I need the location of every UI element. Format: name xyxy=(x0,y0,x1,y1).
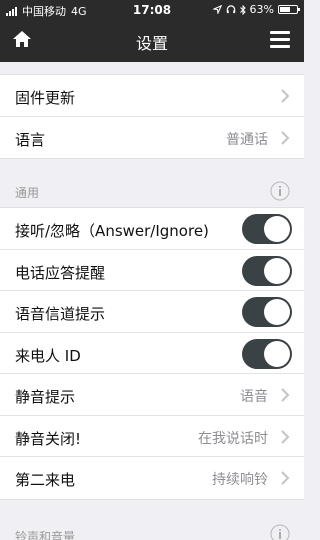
call-answer-reminder-toggle[interactable] xyxy=(242,255,292,286)
header-bar: 中国移动 4G 17:08 63% 设置 xyxy=(0,0,304,62)
row-value: 普通话 xyxy=(226,131,268,148)
chevron-right-icon xyxy=(281,89,290,103)
call-answer-reminder-row: 电话应答提醒 xyxy=(0,250,304,291)
row-label: 接听/忽略（Answer/Ignore) xyxy=(15,222,209,240)
chevron-right-icon xyxy=(281,471,290,485)
mute-off-row[interactable]: 静音关闭! 在我说话时 xyxy=(0,416,304,457)
section-header-ringtone: 铃声和音量 xyxy=(15,530,76,540)
firmware-update-row[interactable]: 固件更新 xyxy=(0,75,304,117)
answer-ignore-toggle[interactable] xyxy=(242,214,292,244)
row-value: 在我说话时 xyxy=(198,430,268,447)
mute-prompt-row[interactable]: 静音提示 语音 xyxy=(0,374,304,416)
voice-channel-prompt-row: 语音信道提示 xyxy=(0,291,304,333)
chevron-right-icon xyxy=(281,130,290,145)
bluetooth-icon xyxy=(239,4,246,15)
row-label: 固件更新 xyxy=(15,89,76,107)
row-label: 静音关闭! xyxy=(15,429,82,448)
answer-ignore-row: 接听/忽略（Answer/Ignore) xyxy=(0,208,304,250)
row-value: 语音 xyxy=(240,389,268,405)
language-row[interactable]: 语言 普通话 xyxy=(0,117,304,159)
general-settings-group: 接听/忽略（Answer/Ignore) 电话应答提醒 语音信道提示 来电人 I… xyxy=(0,207,304,500)
row-label: 电话应答提醒 xyxy=(15,263,106,282)
row-label: 第二来电 xyxy=(15,471,76,489)
section-header-general: 通用 xyxy=(15,186,40,200)
status-bar: 中国移动 4G 17:08 63% xyxy=(0,0,304,20)
battery-percent: 63% xyxy=(249,3,274,16)
info-icon[interactable] xyxy=(270,524,290,540)
caller-id-row: 来电人 ID xyxy=(0,333,304,374)
row-label: 静音提示 xyxy=(15,388,76,406)
row-value: 持续响铃 xyxy=(212,472,268,488)
second-call-row[interactable]: 第二来电 持续响铃 xyxy=(0,457,304,499)
headphones-icon xyxy=(226,5,235,14)
caller-id-toggle[interactable] xyxy=(242,338,292,369)
chevron-right-icon xyxy=(281,388,290,402)
row-label: 来电人 ID xyxy=(15,346,81,365)
voice-channel-prompt-toggle[interactable] xyxy=(242,297,292,327)
row-label: 语言 xyxy=(15,130,46,149)
info-icon[interactable] xyxy=(270,181,290,201)
top-settings-group: 固件更新 语言 普通话 xyxy=(0,74,304,159)
page-title: 设置 xyxy=(135,34,168,53)
row-label: 语音信道提示 xyxy=(15,305,106,323)
menu-icon[interactable] xyxy=(270,31,290,48)
location-icon xyxy=(212,5,222,14)
battery-icon xyxy=(278,5,300,14)
chevron-right-icon xyxy=(281,429,290,444)
